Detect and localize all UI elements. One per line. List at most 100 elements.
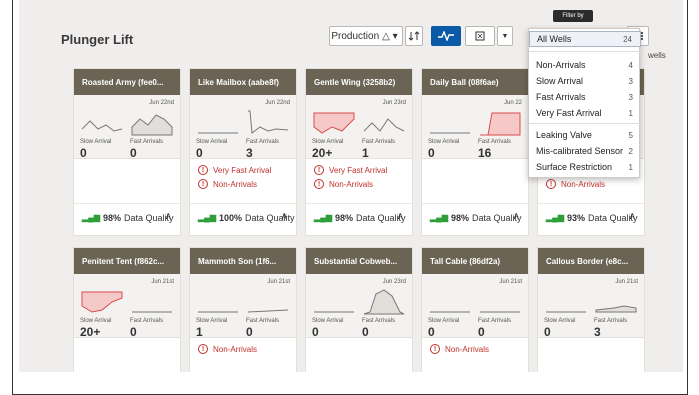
fast-arrival-label: Fast Arrivals xyxy=(478,139,512,145)
production-dropdown[interactable]: Production △ ▾ xyxy=(329,26,403,46)
well-card-alerts xyxy=(538,338,644,372)
fast-arrival-value: 3 xyxy=(594,325,601,339)
slow-arrival-label: Slow Arrival xyxy=(80,318,112,324)
well-card[interactable]: Daily Ball (08f6ae) Jun 22 Slow Arrival 0 Fa… xyxy=(421,68,529,236)
slow-arrival-value: 0 xyxy=(312,325,319,339)
slow-arrival-value: 0 xyxy=(428,146,435,160)
fast-arrival-label: Fast Arrivals xyxy=(130,318,164,324)
slow-arrival-value: 0 xyxy=(544,325,551,339)
well-view-button[interactable] xyxy=(465,26,495,46)
fast-arrival-value: 0 xyxy=(246,325,253,339)
well-card-date: Jun 21st xyxy=(615,279,638,285)
alert-label: Non-Arrivals xyxy=(561,179,606,189)
chevron-down-icon[interactable]: ▼ xyxy=(497,26,513,46)
chevron-up-icon[interactable]: ∧ xyxy=(629,211,636,222)
slow-arrival-label: Slow Arrival xyxy=(428,318,460,324)
filter-option[interactable]: Fast Arrivals 3 xyxy=(529,89,641,105)
alert-label: Non-Arrivals xyxy=(329,179,374,189)
filter-option-label: Fast Arrivals xyxy=(536,92,586,102)
well-card[interactable]: Penitent Tent (f862c... Jun 21st Slow Arri… xyxy=(73,247,181,372)
well-card-title: Callous Border (e8c... xyxy=(538,248,644,274)
alert-item: ! Non-Arrivals xyxy=(198,342,296,356)
filter-option[interactable]: Mis-calibrated Sensor 2 xyxy=(529,143,641,159)
data-quality-value: 93% xyxy=(566,212,585,223)
alert-label: Non-Arrivals xyxy=(445,344,490,354)
slow-arrival-sparkline xyxy=(313,112,355,134)
well-card-date: Jun 22nd xyxy=(265,100,290,106)
fast-arrival-sparkline xyxy=(247,309,289,313)
chevron-up-icon[interactable]: ∧ xyxy=(281,211,288,222)
menu-divider xyxy=(529,123,641,124)
slow-arrival-sparkline xyxy=(430,132,470,134)
well-card[interactable]: Mammoth Son (1f6... Jun 21st Slow Arrival 1… xyxy=(189,247,297,372)
alert-icon: ! xyxy=(314,179,324,189)
slow-arrival-sparkline xyxy=(198,132,238,134)
slow-arrival-value: 0 xyxy=(196,146,203,160)
filter-option[interactable]: All Wells 24 xyxy=(529,31,641,47)
filter-option-label: Slow Arrival xyxy=(536,76,584,86)
filter-option-count: 2 xyxy=(628,146,633,156)
fast-arrival-label: Fast Arrivals xyxy=(362,318,396,324)
alert-icon: ! xyxy=(198,165,208,175)
data-quality-footer: ▂▄▆ 98% Data Quality ∧ xyxy=(422,203,528,231)
slow-arrival-value: 20+ xyxy=(80,325,101,339)
chevron-down-icon: △ ▾ xyxy=(382,30,398,42)
fast-arrival-value: 3 xyxy=(246,146,253,160)
well-card-title: Mammoth Son (1f6... xyxy=(190,248,296,274)
slow-arrival-value: 0 xyxy=(80,146,87,160)
fast-arrival-label: Fast Arrivals xyxy=(594,318,628,324)
signal-bars-icon: ▂▄▆ xyxy=(314,213,332,222)
filter-option-label: Leaking Valve xyxy=(536,130,592,140)
alert-icon: ! xyxy=(546,179,556,189)
well-card[interactable]: Tall Cable (86df2a) Jun 21st Slow Arrival 0… xyxy=(421,247,529,372)
slow-arrival-label: Slow Arrival xyxy=(428,139,460,145)
well-card[interactable]: Substantial Cobweb... Jun 23rd Slow Arriva… xyxy=(305,247,413,372)
signal-bars-icon: ▂▄▆ xyxy=(82,213,100,222)
well-card[interactable]: Like Mailbox (aabe8f) Jun 22nd Slow Arriva… xyxy=(189,68,297,236)
menu-divider xyxy=(529,51,641,52)
slow-arrival-value: 20+ xyxy=(312,146,333,160)
filter-option[interactable]: Very Fast Arrival 1 xyxy=(529,105,641,121)
well-card-date: Jun 22nd xyxy=(149,100,174,106)
well-card-chart: Jun 21st Slow Arrival 0 Fast Arrivals 3 xyxy=(538,274,644,339)
well-card[interactable]: Gentle Wing (3258b2) Jun 23rd Slow Arrival… xyxy=(305,68,413,236)
alert-icon: ! xyxy=(198,179,208,189)
chevron-up-icon[interactable]: ∧ xyxy=(397,211,404,222)
app-frame: Plunger Lift Production △ ▾ ▼ wells Roas… xyxy=(12,0,688,395)
well-card[interactable]: Roasted Army (fee0... Jun 22nd Slow Arriva… xyxy=(73,68,181,236)
slow-arrival-value: 0 xyxy=(428,325,435,339)
well-card-date: Jun 21st xyxy=(151,279,174,285)
well-card-title: Substantial Cobweb... xyxy=(306,248,412,274)
well-card-title: Penitent Tent (f862c... xyxy=(74,248,180,274)
pulse-view-button[interactable] xyxy=(431,26,461,46)
filter-option-label: Non-Arrivals xyxy=(536,60,586,70)
well-card-alerts: ! Very Fast Arrival! Non-Arrivals xyxy=(306,159,412,203)
chevron-up-icon[interactable]: ∧ xyxy=(165,211,172,222)
data-quality-value: 98% xyxy=(450,212,469,223)
well-card-date: Jun 23rd xyxy=(382,279,406,285)
fast-arrival-sparkline xyxy=(132,311,172,313)
filter-option[interactable]: Slow Arrival 3 xyxy=(529,73,641,89)
chevron-up-icon[interactable]: ∧ xyxy=(513,211,520,222)
data-quality-footer: ▂▄▆ 98% Data Quality ∧ xyxy=(306,203,412,231)
slow-arrival-sparkline xyxy=(81,120,123,132)
well-card-alerts: ! Very Fast Arrival! Non-Arrivals xyxy=(190,159,296,203)
well-card[interactable]: Callous Border (e8c... Jun 21st Slow Arriv… xyxy=(537,247,645,372)
data-quality-footer: ▂▄▆ 93% Data Quality ∧ xyxy=(538,203,644,231)
sort-icon[interactable] xyxy=(405,26,423,46)
fast-arrival-label: Fast Arrivals xyxy=(362,139,396,145)
filter-option-label: Mis-calibrated Sensor xyxy=(536,146,624,156)
fast-arrival-label: Fast Arrivals xyxy=(478,318,512,324)
filter-option[interactable]: Non-Arrivals 4 xyxy=(529,57,641,73)
filter-option[interactable]: Surface Restriction 1 xyxy=(529,159,641,175)
slow-arrival-label: Slow Arrival xyxy=(312,139,344,145)
slow-arrival-sparkline xyxy=(198,311,238,313)
alert-label: Very Fast Arrival xyxy=(329,165,388,175)
slow-arrival-sparkline xyxy=(314,311,354,313)
fast-arrival-value: 1 xyxy=(362,146,369,160)
alert-item: ! Non-Arrivals xyxy=(546,177,644,191)
well-card-chart: Jun 22nd Slow Arrival 0 Fast Arrivals 0 xyxy=(74,95,180,160)
alert-icon: ! xyxy=(430,344,440,354)
fast-arrival-sparkline xyxy=(248,110,289,134)
filter-option[interactable]: Leaking Valve 5 xyxy=(529,127,641,143)
